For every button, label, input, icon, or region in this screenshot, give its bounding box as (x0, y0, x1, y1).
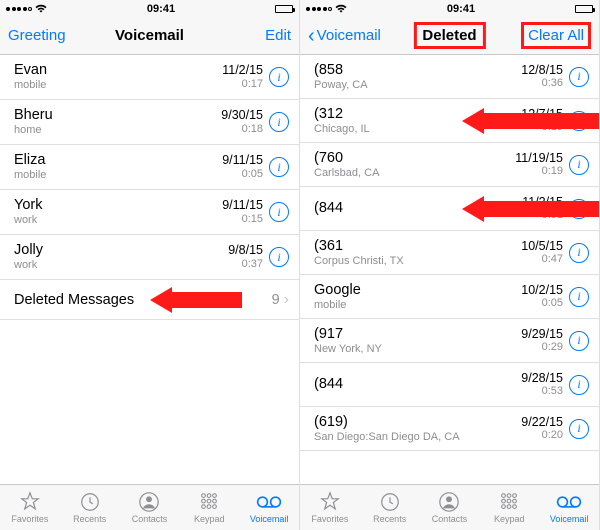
wifi-icon (335, 4, 347, 13)
status-time: 09:41 (147, 3, 175, 15)
wifi-icon (35, 4, 47, 13)
phone-left: 09:41 Greeting Voicemail Edit Evanmobile… (0, 0, 300, 530)
info-icon[interactable]: i (569, 111, 589, 131)
tab-recents[interactable]: Recents (360, 485, 420, 530)
deleted-count: 9 (272, 292, 280, 308)
back-button[interactable]: ‹ Voicemail (308, 27, 381, 44)
signal-dots-icon (306, 7, 332, 11)
voicemail-row[interactable]: (844 11/2/150:51 i (300, 187, 599, 231)
voicemail-icon (256, 491, 282, 513)
battery-icon (275, 5, 293, 13)
tab-contacts[interactable]: Contacts (420, 485, 480, 530)
voicemail-row[interactable]: Evanmobile 11/2/150:17 i (0, 55, 299, 100)
status-time: 09:41 (447, 3, 475, 15)
tab-favorites[interactable]: Favorites (300, 485, 360, 530)
call-date: 11/2/15 (222, 63, 263, 77)
voicemail-row[interactable]: Bheruhome 9/30/150:18 i (0, 100, 299, 145)
info-icon[interactable]: i (569, 67, 589, 87)
page-title: Voicemail (115, 27, 184, 44)
voicemail-row[interactable]: (361Corpus Christi, TX 10/5/150:47 i (300, 231, 599, 275)
voicemail-list: Evanmobile 11/2/150:17 i Bheruhome 9/30/… (0, 55, 299, 484)
page-title: Deleted (413, 22, 485, 49)
edit-button[interactable]: Edit (221, 27, 291, 44)
info-icon[interactable]: i (569, 375, 589, 395)
deleted-label: Deleted Messages (14, 292, 272, 308)
info-icon[interactable]: i (569, 155, 589, 175)
voicemail-row[interactable]: Jollywork 9/8/150:37 i (0, 235, 299, 280)
voicemail-row[interactable]: Elizamobile 9/11/150:05 i (0, 145, 299, 190)
tab-favorites[interactable]: Favorites (0, 485, 60, 530)
voicemail-row[interactable]: (858Poway, CA 12/8/150:36 i (300, 55, 599, 99)
call-duration: 0:17 (222, 78, 263, 91)
info-icon[interactable]: i (569, 419, 589, 439)
voicemail-row[interactable]: Yorkwork 9/11/150:15 i (0, 190, 299, 235)
status-bar: 09:41 (300, 0, 599, 17)
phone-right: 09:41 ‹ Voicemail Deleted Clear All (858… (300, 0, 600, 530)
caller-name: Evan (14, 62, 222, 79)
info-icon[interactable]: i (569, 331, 589, 351)
keypad-icon (198, 491, 220, 513)
status-bar: 09:41 (0, 0, 299, 17)
keypad-icon (498, 491, 520, 513)
tab-contacts[interactable]: Contacts (120, 485, 180, 530)
voicemail-row[interactable]: (760Carlsbad, CA 11/19/150:19 i (300, 143, 599, 187)
info-icon[interactable]: i (269, 157, 289, 177)
clock-icon (379, 491, 401, 513)
voicemail-row[interactable]: (917New York, NY 9/29/150:29 i (300, 319, 599, 363)
nav-bar: ‹ Voicemail Deleted Clear All (300, 17, 599, 55)
greeting-button[interactable]: Greeting (8, 27, 78, 44)
tab-bar: Favorites Recents Contacts Keypad Voicem… (0, 484, 299, 530)
caller-sub: mobile (14, 79, 222, 92)
battery-icon (575, 5, 593, 13)
contact-icon (438, 491, 460, 513)
voicemail-icon (556, 491, 582, 513)
deleted-messages-row[interactable]: Deleted Messages 9 › (0, 280, 299, 320)
tab-recents[interactable]: Recents (60, 485, 120, 530)
info-icon[interactable]: i (569, 243, 589, 263)
voicemail-row[interactable]: (844 9/28/150:53 i (300, 363, 599, 407)
star-icon (19, 491, 41, 513)
info-icon[interactable]: i (269, 112, 289, 132)
info-icon[interactable]: i (269, 67, 289, 87)
contact-icon (138, 491, 160, 513)
info-icon[interactable]: i (569, 287, 589, 307)
clock-icon (79, 491, 101, 513)
voicemail-row[interactable]: Googlemobile 10/2/150:05 i (300, 275, 599, 319)
tab-voicemail[interactable]: Voicemail (239, 485, 299, 530)
tab-voicemail[interactable]: Voicemail (539, 485, 599, 530)
voicemail-row[interactable]: (619)San Diego:San Diego DA, CA 9/22/150… (300, 407, 599, 451)
tab-keypad[interactable]: Keypad (179, 485, 239, 530)
info-icon[interactable]: i (269, 202, 289, 222)
tab-bar: Favorites Recents Contacts Keypad Voicem… (300, 484, 599, 530)
tab-keypad[interactable]: Keypad (479, 485, 539, 530)
nav-bar: Greeting Voicemail Edit (0, 17, 299, 55)
deleted-list: (858Poway, CA 12/8/150:36 i (312Chicago,… (300, 55, 599, 484)
info-icon[interactable]: i (569, 199, 589, 219)
signal-dots-icon (6, 7, 32, 11)
voicemail-row[interactable]: (312Chicago, IL 12/7/150:19 i (300, 99, 599, 143)
chevron-right-icon: › (284, 291, 289, 309)
clear-all-button[interactable]: Clear All (521, 22, 591, 49)
star-icon (319, 491, 341, 513)
info-icon[interactable]: i (269, 247, 289, 267)
